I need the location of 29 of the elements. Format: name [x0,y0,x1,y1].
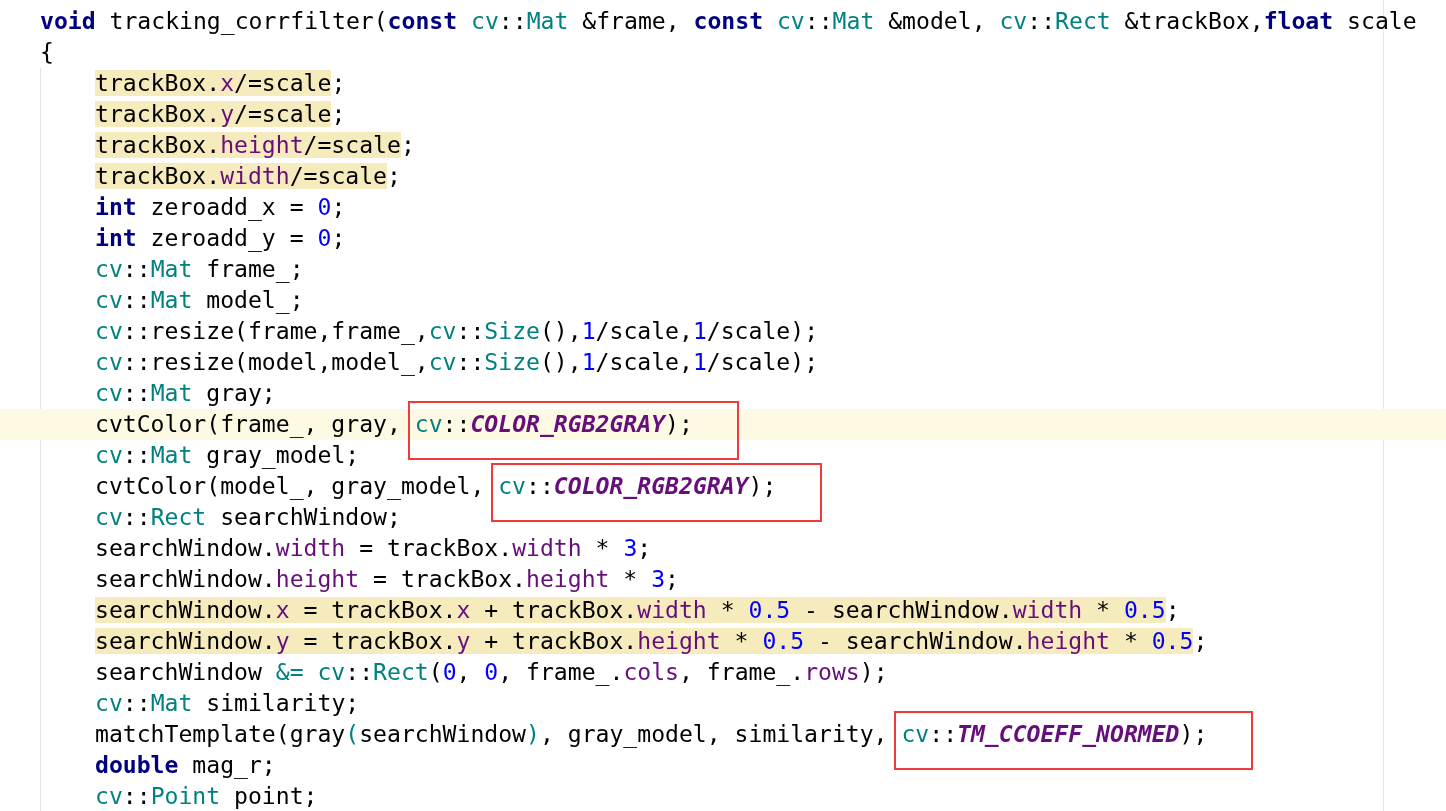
code-line: { [40,39,54,65]
code-line: cv::Mat model_; [95,286,304,316]
code-line: cv::Mat frame_; [95,255,304,285]
code-line: matchTemplate(gray(searchWindow), gray_model, similarity, [95,720,889,750]
code-line: cv::Rect searchWindow; [95,503,401,532]
code-line: void tracking_corrfilter(const cv::Mat &frame, const cv::Mat &model, cv::Rect &trackBox,float scale [40,8,1417,34]
code-line: cvtColor(frame_, gray, [95,410,402,440]
code-line: int zeroadd_x = 0; [95,193,346,223]
code-line: trackBox.x/=scale; [95,69,346,98]
code-line: cvtColor(model_, gray_model, [95,472,486,502]
code-line: trackBox.y/=scale; [95,100,346,129]
boxed-code: cv::TM_CCOEFF_NORMED); [894,711,1254,770]
code-line: cv::Mat gray_model; [95,441,360,471]
code-line: searchWindow.width = trackBox.width * 3; [95,534,652,563]
code-line: trackBox.height/=scale; [95,131,415,160]
code-line: cv::Mat gray; [95,379,276,408]
code-line: searchWindow.height = trackBox.height * 3; [95,565,679,594]
code-line: int zeroadd_y = 0; [95,224,346,254]
boxed-code: cv::COLOR_RGB2GRAY); [407,401,739,460]
code-line: double mag_r; [95,751,276,781]
code-line: cv::Mat similarity; [95,689,360,718]
code-line: trackBox.width/=scale; [95,162,401,191]
code-line: searchWindow &= cv::Rect(0, 0, frame_.cols, frame_.rows); [95,658,888,688]
boxed-code: cv::COLOR_RGB2GRAY); [491,463,823,522]
code-line: cv::resize(frame,frame_,cv::Size(),1/scale,1/scale); [95,317,819,347]
code-line: searchWindow.x = trackBox.x + trackBox.width * 0.5 - searchWindow.width * 0.5; [95,596,1180,625]
code-line: searchWindow.y = trackBox.y + trackBox.height * 0.5 - searchWindow.height * 0.5; [95,627,1208,656]
code-line: cv::Point point; [95,782,318,811]
code-line: cv::resize(model,model_,cv::Size(),1/scale,1/scale); [95,348,819,378]
